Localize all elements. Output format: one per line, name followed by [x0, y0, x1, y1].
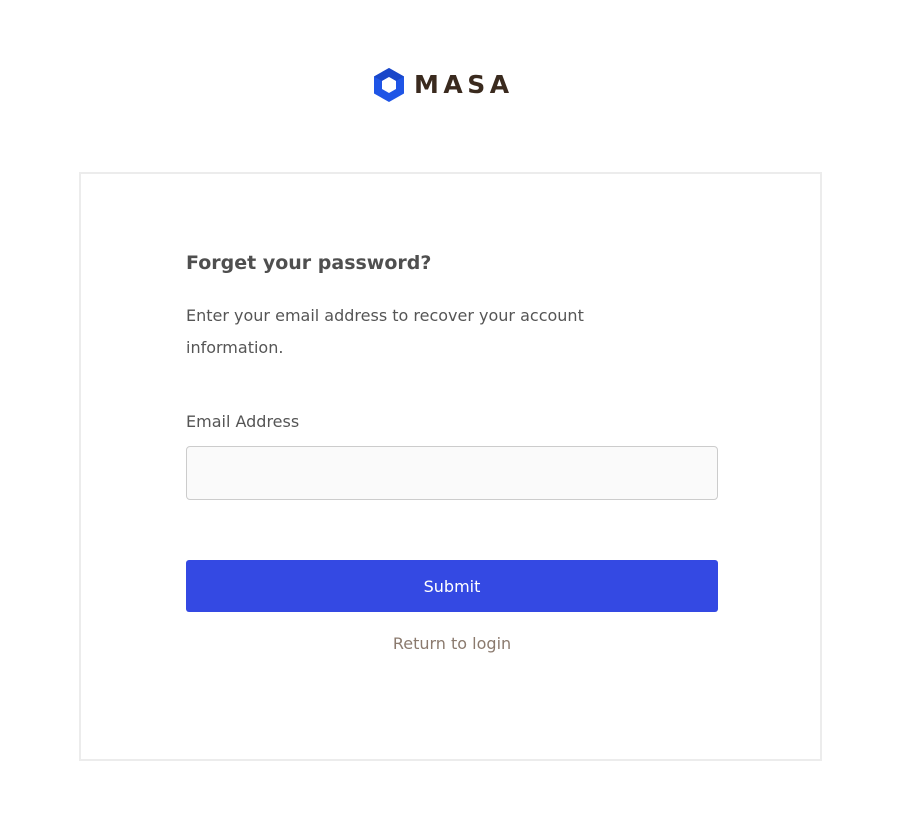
- hexagon-logo-icon: [374, 68, 404, 102]
- page-title: Forget your password?: [186, 252, 432, 274]
- forgot-password-card: Forget your password? Enter your email a…: [79, 172, 822, 761]
- submit-button[interactable]: Submit: [186, 560, 718, 612]
- email-label: Email Address: [186, 412, 300, 431]
- email-input[interactable]: [186, 446, 718, 500]
- return-to-login-link[interactable]: Return to login: [186, 634, 718, 653]
- instructions-text: Enter your email address to recover your…: [186, 306, 584, 357]
- brand-logo: MASA: [370, 66, 514, 104]
- brand-name: MASA: [414, 70, 514, 99]
